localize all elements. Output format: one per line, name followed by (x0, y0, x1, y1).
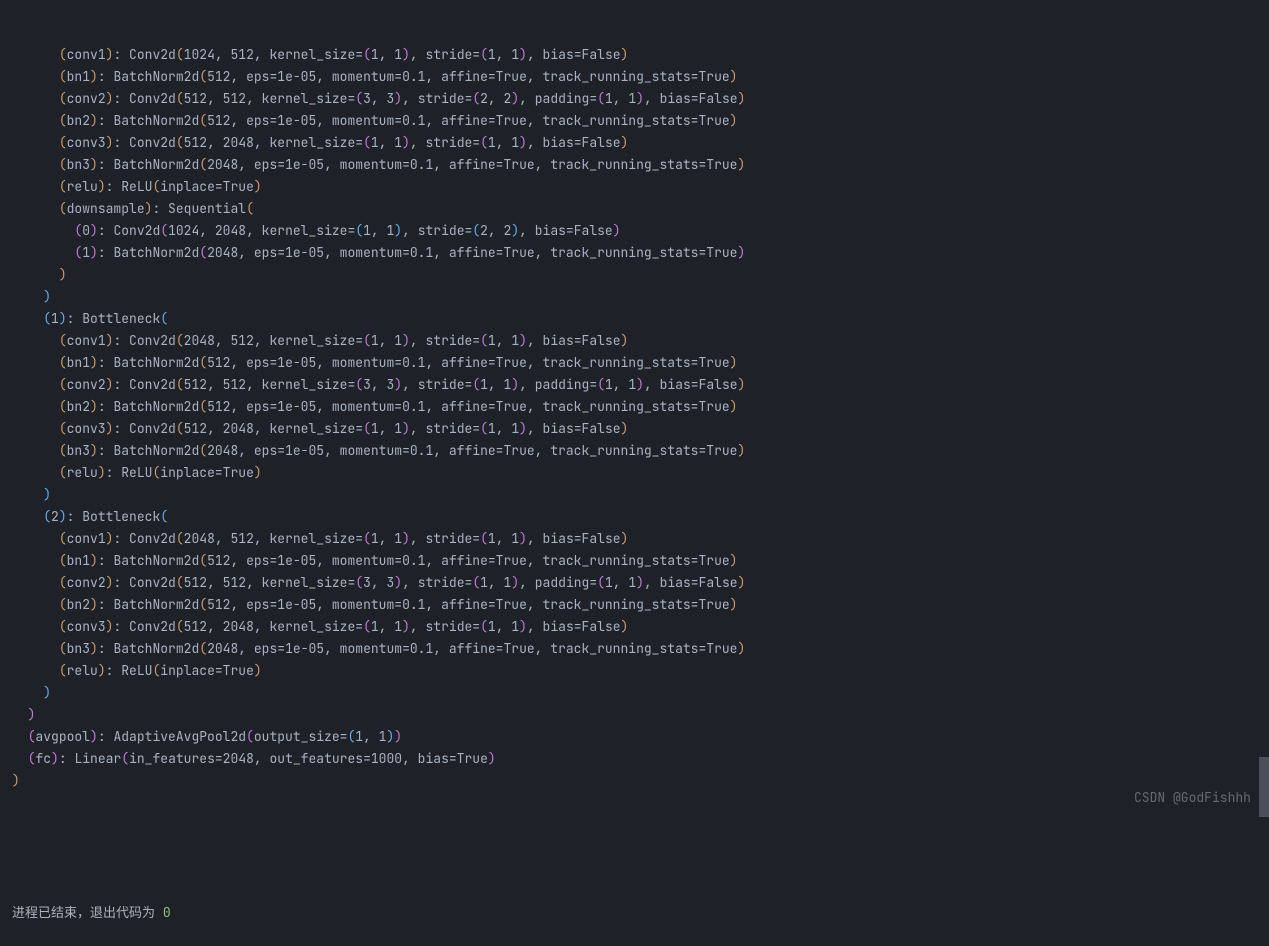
code-line: ) (12, 264, 1257, 286)
code-line: (relu): ReLU(inplace=True) (12, 660, 1257, 682)
code-line: (bn3): BatchNorm2d(2048, eps=1e-05, mome… (12, 638, 1257, 660)
code-line: (conv3): Conv2d(512, 2048, kernel_size=(… (12, 616, 1257, 638)
code-line: ) (12, 682, 1257, 704)
exit-status-line: 进程已结束，退出代码为 0 (12, 902, 1257, 924)
code-line: (conv1): Conv2d(2048, 512, kernel_size=(… (12, 528, 1257, 550)
code-line: (bn3): BatchNorm2d(2048, eps=1e-05, mome… (12, 154, 1257, 176)
code-line: (bn2): BatchNorm2d(512, eps=1e-05, momen… (12, 396, 1257, 418)
vertical-scrollbar[interactable] (1259, 0, 1269, 817)
code-line: (0): Conv2d(1024, 2048, kernel_size=(1, … (12, 220, 1257, 242)
code-line: (avgpool): AdaptiveAvgPool2d(output_size… (12, 726, 1257, 748)
scrollbar-thumb[interactable] (1259, 757, 1269, 817)
code-line: (2): Bottleneck( (12, 506, 1257, 528)
code-line: (conv1): Conv2d(2048, 512, kernel_size=(… (12, 330, 1257, 352)
code-line: (conv2): Conv2d(512, 512, kernel_size=(3… (12, 572, 1257, 594)
code-line: ) (12, 286, 1257, 308)
code-line: ) (12, 770, 1257, 792)
code-line: (conv2): Conv2d(512, 512, kernel_size=(3… (12, 88, 1257, 110)
exit-code-value: 0 (163, 904, 171, 921)
code-line: ) (12, 484, 1257, 506)
code-line: (conv3): Conv2d(512, 2048, kernel_size=(… (12, 132, 1257, 154)
code-line: (relu): ReLU(inplace=True) (12, 176, 1257, 198)
code-line: (conv2): Conv2d(512, 512, kernel_size=(3… (12, 374, 1257, 396)
code-line: (downsample): Sequential( (12, 198, 1257, 220)
code-line: (conv1): Conv2d(1024, 512, kernel_size=(… (12, 44, 1257, 66)
code-line: (bn3): BatchNorm2d(2048, eps=1e-05, mome… (12, 440, 1257, 462)
code-line: (fc): Linear(in_features=2048, out_featu… (12, 748, 1257, 770)
code-line: (bn1): BatchNorm2d(512, eps=1e-05, momen… (12, 352, 1257, 374)
code-line: ) (12, 704, 1257, 726)
code-line: (1): BatchNorm2d(2048, eps=1e-05, moment… (12, 242, 1257, 264)
code-line: (bn1): BatchNorm2d(512, eps=1e-05, momen… (12, 66, 1257, 88)
console-output: (conv1): Conv2d(1024, 512, kernel_size=(… (0, 0, 1269, 946)
exit-message: 进程已结束，退出代码为 (12, 904, 163, 921)
code-line: (bn2): BatchNorm2d(512, eps=1e-05, momen… (12, 110, 1257, 132)
code-block: (conv1): Conv2d(1024, 512, kernel_size=(… (12, 44, 1257, 792)
code-line: (relu): ReLU(inplace=True) (12, 462, 1257, 484)
code-line: (bn1): BatchNorm2d(512, eps=1e-05, momen… (12, 550, 1257, 572)
watermark: CSDN @GodFishhh (1134, 787, 1251, 809)
code-line: (conv3): Conv2d(512, 2048, kernel_size=(… (12, 418, 1257, 440)
code-line: (1): Bottleneck( (12, 308, 1257, 330)
code-line: (bn2): BatchNorm2d(512, eps=1e-05, momen… (12, 594, 1257, 616)
blank-line (12, 836, 1257, 858)
